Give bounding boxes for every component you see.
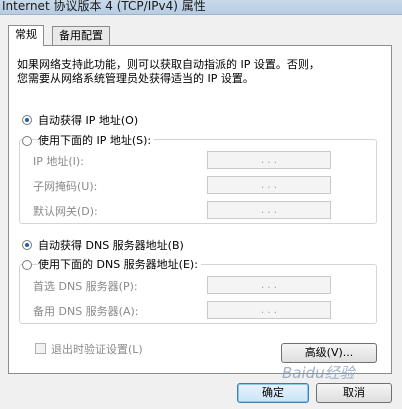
subnet-mask-label: 子网掩码(U): [33, 180, 98, 193]
baidu-watermark: Baidu经验 [282, 364, 355, 382]
validate-label[interactable]: 退出时验证设置(L) [51, 341, 143, 357]
preferred-dns-label: 首选 DNS 服务器(P): [33, 280, 138, 293]
ip-manual-label[interactable]: 使用下面的 IP 地址(S): [38, 132, 155, 148]
validate-checkbox[interactable] [35, 343, 46, 354]
preferred-dns-input[interactable]: . . . [207, 276, 331, 294]
ip-auto-label[interactable]: 自动获得 IP 地址(O) [38, 112, 138, 128]
tab-alternate-config[interactable]: 备用配置 [52, 26, 110, 45]
window-title: Internet 协议版本 4 (TCP/IPv4) 属性 [2, 0, 206, 13]
description-line-2: 您需要从网络系统管理员处获得适当的 IP 设置。 [17, 72, 254, 85]
title-bar: Internet 协议版本 4 (TCP/IPv4) 属性 [0, 0, 402, 15]
ip-address-label: IP 地址(I): [33, 155, 84, 168]
dns-manual-radio[interactable] [22, 260, 32, 270]
dns-manual-label[interactable]: 使用下面的 DNS 服务器地址(E): [38, 256, 201, 272]
alternate-dns-label: 备用 DNS 服务器(A): [33, 305, 139, 318]
advanced-button[interactable]: 高级(V)... [281, 343, 377, 363]
ip-auto-radio[interactable] [22, 115, 32, 125]
default-gateway-label: 默认网关(D): [33, 205, 98, 218]
ip-manual-radio[interactable] [22, 136, 32, 146]
ip-address-input[interactable]: . . . [207, 151, 331, 169]
tab-general[interactable]: 常规 [8, 25, 44, 46]
default-gateway-input[interactable]: . . . [207, 201, 331, 219]
dns-auto-label[interactable]: 自动获得 DNS 服务器地址(B) [38, 237, 184, 253]
subnet-mask-input[interactable]: . . . [207, 176, 331, 194]
cancel-button[interactable]: 取消 [316, 383, 392, 403]
alternate-dns-input[interactable]: . . . [207, 301, 331, 319]
dns-auto-radio[interactable] [22, 240, 32, 250]
general-panel: 如果网络支持此功能，则可以获取自动指派的 IP 设置。否则， 您需要从网络系统管… [8, 45, 392, 374]
ok-button[interactable]: 确定 [237, 383, 309, 403]
